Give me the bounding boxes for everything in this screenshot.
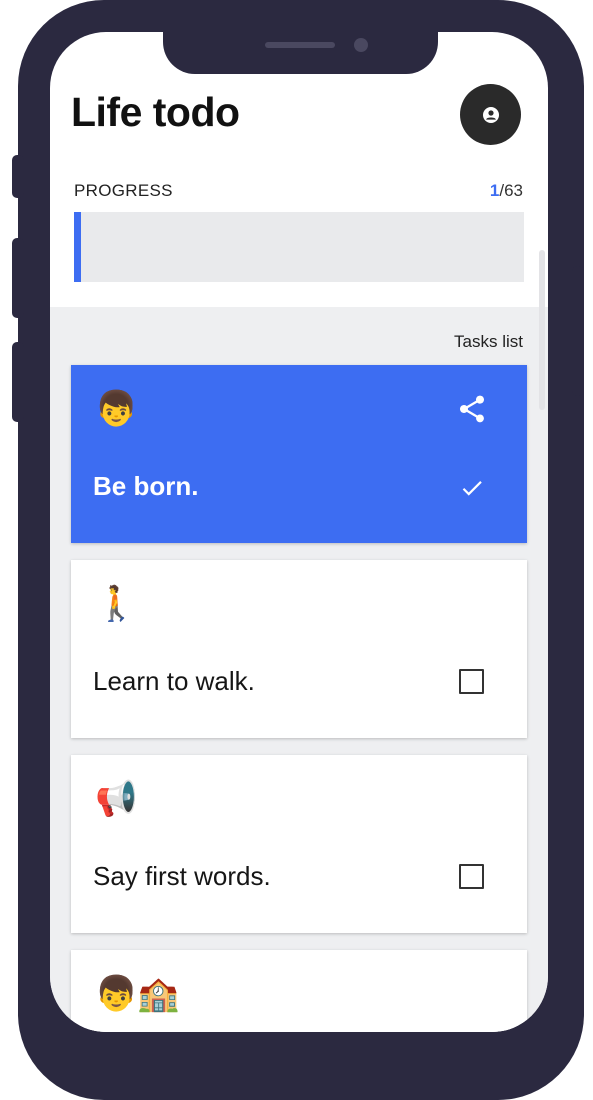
task-list: 👦 Be born. 🚶 Learn to walk. 📢 Say first … (71, 365, 527, 1032)
phone-screen: Life todo PROGRESS 1/63 Tasks list 👦 Be … (50, 32, 548, 1032)
front-camera (354, 38, 368, 52)
progress-bar (74, 212, 524, 282)
check-icon[interactable] (459, 475, 485, 501)
task-card[interactable]: 👦🏫 (71, 950, 527, 1032)
progress-current: 1 (489, 181, 500, 200)
progress-bar-fill (74, 212, 82, 282)
task-card[interactable]: 📢 Say first words. (71, 755, 527, 933)
phone-volume-down-button (12, 342, 24, 422)
task-emoji: 👦 (95, 389, 138, 429)
scroll-indicator[interactable] (539, 250, 545, 410)
speaker-grille (265, 42, 335, 48)
progress-label: PROGRESS (74, 181, 173, 200)
progress-count: 1/63 (489, 181, 523, 200)
task-title: Be born. (93, 471, 199, 501)
progress-total: 63 (504, 181, 523, 200)
app-title: Life todo (71, 89, 240, 135)
phone-volume-up-button (12, 238, 24, 318)
task-emoji: 📢 (95, 779, 138, 819)
checkbox-icon[interactable] (459, 864, 484, 889)
task-emoji: 🚶 (95, 584, 138, 624)
phone-notch (163, 0, 438, 74)
phone-power-button (572, 266, 584, 396)
task-title: Learn to walk. (93, 666, 255, 696)
task-title: Say first words. (93, 861, 271, 891)
task-emoji: 👦🏫 (95, 974, 180, 1014)
share-icon[interactable] (456, 393, 488, 425)
phone-side-button (12, 155, 24, 198)
account-circle-icon (482, 106, 499, 123)
account-button[interactable] (460, 84, 521, 145)
task-card[interactable]: 👦 Be born. (71, 365, 527, 543)
checkbox-icon[interactable] (459, 669, 484, 694)
task-card[interactable]: 🚶 Learn to walk. (71, 560, 527, 738)
tasks-list-heading: Tasks list (454, 332, 523, 351)
